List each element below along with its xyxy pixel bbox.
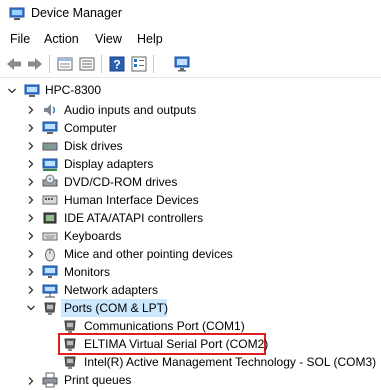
computer-icon	[24, 84, 40, 97]
forward-arrow-icon[interactable]	[26, 55, 44, 73]
category-display-adapters[interactable]: Display adapters	[64, 157, 153, 171]
tree-root-label[interactable]: HPC-8300	[45, 83, 101, 97]
port-com3[interactable]: Intel(R) Active Management Technology - …	[84, 355, 376, 369]
expand-chevron-icon[interactable]	[26, 249, 36, 259]
display-adapter-icon	[42, 158, 58, 171]
network-adapter-icon	[42, 284, 58, 298]
menu-action[interactable]: Action	[43, 32, 80, 46]
category-dvd-drives[interactable]: DVD/CD-ROM drives	[64, 175, 177, 189]
category-network-adapters[interactable]: Network adapters	[64, 283, 158, 297]
toolbar-separator	[49, 55, 50, 73]
window-title: Device Manager	[31, 6, 123, 20]
computer-icon	[42, 121, 58, 134]
menu-file[interactable]: File	[9, 32, 31, 46]
toolbar: ?	[0, 51, 381, 78]
expand-chevron-icon[interactable]	[26, 141, 36, 151]
hid-icon	[42, 195, 58, 205]
svg-text:?: ?	[113, 58, 120, 72]
collapse-chevron-icon[interactable]	[26, 303, 36, 313]
category-audio[interactable]: Audio inputs and outputs	[64, 103, 196, 117]
dvd-drive-icon	[42, 174, 58, 187]
category-ide-controllers[interactable]: IDE ATA/ATAPI controllers	[64, 211, 203, 225]
help-icon[interactable]: ?	[108, 55, 126, 73]
expand-chevron-icon[interactable]	[26, 195, 36, 205]
expand-chevron-icon[interactable]	[26, 105, 36, 115]
expand-chevron-icon[interactable]	[26, 159, 36, 169]
monitor-scan-icon[interactable]	[173, 55, 191, 73]
category-disk-drives[interactable]: Disk drives	[64, 139, 123, 153]
details-icon[interactable]	[130, 55, 148, 73]
device-tree: HPC-8300 Audio inputs and outputs Comput…	[0, 78, 381, 390]
toolbar-separator	[153, 55, 154, 73]
port-icon	[44, 302, 56, 315]
expand-chevron-icon[interactable]	[26, 376, 36, 386]
properties-grid-icon[interactable]	[56, 55, 74, 73]
collapse-chevron-icon[interactable]	[7, 86, 17, 96]
device-list-icon[interactable]	[78, 55, 96, 73]
disk-drive-icon	[42, 142, 58, 151]
category-print-queues[interactable]: Print queues	[64, 373, 131, 387]
port-icon	[64, 356, 76, 369]
category-ports[interactable]: Ports (COM & LPT)	[64, 301, 168, 315]
menu-view[interactable]: View	[94, 32, 123, 46]
expand-chevron-icon[interactable]	[26, 267, 36, 277]
speaker-icon	[44, 104, 56, 116]
category-computer[interactable]: Computer	[64, 121, 117, 135]
category-keyboards[interactable]: Keyboards	[64, 229, 121, 243]
port-com1[interactable]: Communications Port (COM1)	[84, 319, 245, 333]
keyboard-icon	[42, 232, 58, 241]
toolbar-separator	[101, 55, 102, 73]
monitor-icon	[42, 265, 58, 278]
expand-chevron-icon[interactable]	[26, 285, 36, 295]
port-com2[interactable]: ELTIMA Virtual Serial Port (COM2)	[84, 337, 268, 351]
expand-chevron-icon[interactable]	[26, 177, 36, 187]
menu-bar: File Action View Help	[0, 29, 381, 51]
expand-chevron-icon[interactable]	[26, 231, 36, 241]
menu-help[interactable]: Help	[136, 32, 164, 46]
title-bar: Device Manager	[0, 0, 381, 29]
expand-chevron-icon[interactable]	[26, 123, 36, 133]
device-manager-icon	[9, 7, 25, 20]
printer-icon	[42, 372, 58, 388]
expand-chevron-icon[interactable]	[26, 213, 36, 223]
port-icon	[64, 320, 76, 333]
category-hid[interactable]: Human Interface Devices	[64, 193, 199, 207]
back-arrow-icon[interactable]	[5, 55, 23, 73]
mouse-icon	[45, 248, 55, 262]
ide-controller-icon	[43, 212, 57, 224]
category-monitors[interactable]: Monitors	[64, 265, 110, 279]
category-mice[interactable]: Mice and other pointing devices	[64, 247, 233, 261]
